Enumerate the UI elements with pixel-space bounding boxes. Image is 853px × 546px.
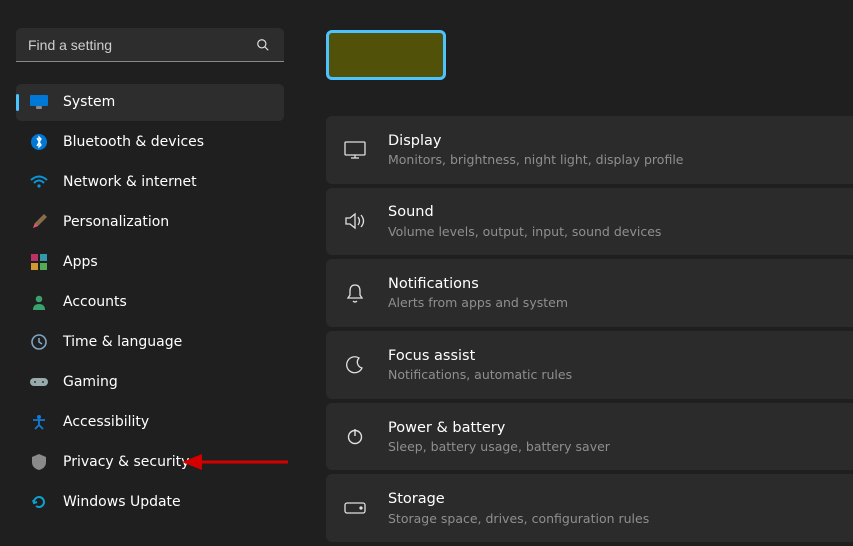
sidebar-item-time[interactable]: Time & language	[16, 324, 284, 361]
sidebar-item-system[interactable]: System	[16, 84, 284, 121]
main-panel: Display Monitors, brightness, night ligh…	[300, 0, 853, 546]
sidebar-item-bluetooth[interactable]: Bluetooth & devices	[16, 124, 284, 161]
sidebar: System Bluetooth & devices Network & int…	[0, 0, 300, 546]
card-title: Focus assist	[388, 346, 572, 366]
card-title: Sound	[388, 202, 661, 222]
card-text: Display Monitors, brightness, night ligh…	[388, 131, 683, 169]
shield-icon	[30, 453, 48, 471]
card-subtitle: Volume levels, output, input, sound devi…	[388, 223, 661, 241]
sidebar-item-accounts[interactable]: Accounts	[16, 284, 284, 321]
search-container	[16, 28, 284, 62]
card-title: Notifications	[388, 274, 568, 294]
bluetooth-icon	[30, 133, 48, 151]
storage-icon	[344, 497, 366, 519]
power-icon	[344, 425, 366, 447]
wifi-icon	[30, 173, 48, 191]
accessibility-icon	[30, 413, 48, 431]
card-subtitle: Notifications, automatic rules	[388, 366, 572, 384]
sidebar-item-label: Network & internet	[63, 174, 197, 190]
card-subtitle: Alerts from apps and system	[388, 294, 568, 312]
sidebar-item-accessibility[interactable]: Accessibility	[16, 404, 284, 441]
card-storage[interactable]: Storage Storage space, drives, configura…	[326, 474, 853, 542]
card-title: Display	[388, 131, 683, 151]
card-notifications[interactable]: Notifications Alerts from apps and syste…	[326, 259, 853, 327]
update-icon	[30, 493, 48, 511]
person-icon	[30, 293, 48, 311]
card-text: Storage Storage space, drives, configura…	[388, 489, 649, 527]
moon-icon	[344, 354, 366, 376]
clock-icon	[30, 333, 48, 351]
apps-icon	[30, 253, 48, 271]
sound-icon	[344, 210, 366, 232]
sidebar-item-personalization[interactable]: Personalization	[16, 204, 284, 241]
card-sound[interactable]: Sound Volume levels, output, input, soun…	[326, 188, 853, 256]
card-subtitle: Monitors, brightness, night light, displ…	[388, 151, 683, 169]
card-subtitle: Storage space, drives, configuration rul…	[388, 510, 649, 528]
bell-icon	[344, 282, 366, 304]
card-text: Power & battery Sleep, battery usage, ba…	[388, 418, 610, 456]
paintbrush-icon	[30, 213, 48, 231]
sidebar-item-label: System	[63, 94, 115, 110]
sidebar-item-privacy[interactable]: Privacy & security	[16, 444, 284, 481]
sidebar-item-update[interactable]: Windows Update	[16, 484, 284, 521]
display-icon	[344, 139, 366, 161]
monitor-icon	[30, 93, 48, 111]
sidebar-item-label: Bluetooth & devices	[63, 134, 204, 150]
sidebar-item-apps[interactable]: Apps	[16, 244, 284, 281]
sidebar-item-network[interactable]: Network & internet	[16, 164, 284, 201]
sidebar-item-label: Personalization	[63, 214, 169, 230]
card-display[interactable]: Display Monitors, brightness, night ligh…	[326, 116, 853, 184]
sidebar-item-label: Time & language	[63, 334, 182, 350]
card-title: Power & battery	[388, 418, 610, 438]
sidebar-item-label: Gaming	[63, 374, 118, 390]
display-preview-thumbnail[interactable]	[326, 30, 446, 80]
sidebar-item-gaming[interactable]: Gaming	[16, 364, 284, 401]
card-power[interactable]: Power & battery Sleep, battery usage, ba…	[326, 403, 853, 471]
card-focus-assist[interactable]: Focus assist Notifications, automatic ru…	[326, 331, 853, 399]
gamepad-icon	[30, 373, 48, 391]
card-text: Sound Volume levels, output, input, soun…	[388, 202, 661, 240]
sidebar-item-label: Windows Update	[63, 494, 181, 510]
sidebar-item-label: Accounts	[63, 294, 127, 310]
sidebar-item-label: Privacy & security	[63, 454, 189, 470]
card-text: Notifications Alerts from apps and syste…	[388, 274, 568, 312]
sidebar-item-label: Accessibility	[63, 414, 149, 430]
card-text: Focus assist Notifications, automatic ru…	[388, 346, 572, 384]
sidebar-item-label: Apps	[63, 254, 98, 270]
card-title: Storage	[388, 489, 649, 509]
card-subtitle: Sleep, battery usage, battery saver	[388, 438, 610, 456]
search-input[interactable]	[16, 28, 284, 62]
